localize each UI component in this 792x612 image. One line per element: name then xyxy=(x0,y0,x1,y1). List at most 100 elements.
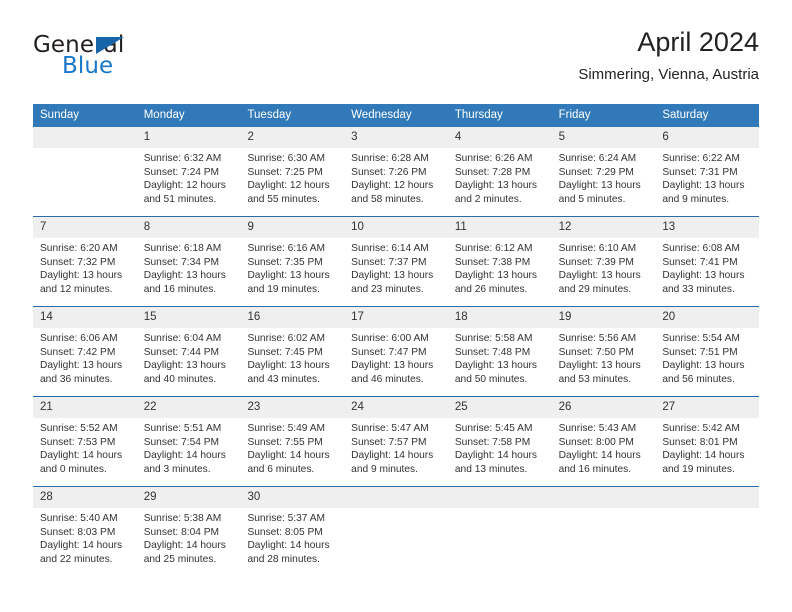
day-cell-empty xyxy=(655,508,759,576)
day-cell-25[interactable]: Sunrise: 5:45 AM Sunset: 7:58 PM Daylight:… xyxy=(448,418,552,486)
day-cell-30[interactable]: Sunrise: 5:37 AM Sunset: 8:05 PM Daylight:… xyxy=(240,508,344,576)
week-detail-row: Sunrise: 6:32 AM Sunset: 7:24 PM Daylight:… xyxy=(33,148,759,216)
day-cell-4[interactable]: Sunrise: 6:26 AM Sunset: 7:28 PM Daylight:… xyxy=(448,148,552,216)
day-detail-line: Daylight: 13 hours xyxy=(143,270,226,282)
day-detail-line: Daylight: 13 hours xyxy=(454,270,537,282)
day-detail-line: Sunrise: 6:32 AM xyxy=(143,153,222,164)
day-detail-line: Sunrise: 5:37 AM xyxy=(247,513,326,524)
day-number-5[interactable]: 5 xyxy=(552,127,656,148)
day-number-7[interactable]: 7 xyxy=(33,217,137,238)
day-number-18[interactable]: 18 xyxy=(448,307,552,328)
day-detail-line: Sunset: 8:05 PM xyxy=(247,526,323,538)
day-detail-line: and 23 minutes. xyxy=(351,283,424,295)
day-number-29[interactable]: 29 xyxy=(137,487,241,508)
day-detail-line: Sunrise: 5:47 AM xyxy=(351,423,429,434)
day-number-27[interactable]: 27 xyxy=(655,397,759,418)
day-detail-line: Sunset: 7:26 PM xyxy=(351,166,427,178)
day-number-16[interactable]: 16 xyxy=(240,307,344,328)
day-detail-line: and 40 minutes. xyxy=(143,373,217,385)
day-detail-line: and 56 minutes. xyxy=(662,373,735,385)
day-number-10[interactable]: 10 xyxy=(344,217,448,238)
day-detail-line: Daylight: 13 hours xyxy=(558,180,641,192)
day-detail-line: Daylight: 13 hours xyxy=(40,360,123,372)
day-detail-line: Sunset: 7:37 PM xyxy=(351,256,427,268)
day-number-26[interactable]: 26 xyxy=(552,397,656,418)
day-detail-line: Daylight: 13 hours xyxy=(662,180,745,192)
day-detail-line: Daylight: 13 hours xyxy=(351,270,434,282)
day-cell-23[interactable]: Sunrise: 5:49 AM Sunset: 7:55 PM Daylight:… xyxy=(240,418,344,486)
day-number-20[interactable]: 20 xyxy=(655,307,759,328)
day-number-12[interactable]: 12 xyxy=(552,217,656,238)
day-number-11[interactable]: 11 xyxy=(448,217,552,238)
day-cell-6[interactable]: Sunrise: 6:22 AM Sunset: 7:31 PM Daylight:… xyxy=(655,148,759,216)
day-cell-3[interactable]: Sunrise: 6:28 AM Sunset: 7:26 PM Daylight:… xyxy=(344,148,448,216)
day-number-2[interactable]: 2 xyxy=(240,127,344,148)
day-detail-line: and 22 minutes. xyxy=(40,553,113,565)
day-cell-21[interactable]: Sunrise: 5:52 AM Sunset: 7:53 PM Daylight:… xyxy=(33,418,137,486)
day-number-6[interactable]: 6 xyxy=(655,127,759,148)
day-detail-line: Sunrise: 6:06 AM xyxy=(40,333,118,344)
day-number-24[interactable]: 24 xyxy=(344,397,448,418)
page-header: General Blue April 2024 Simmering, Vienn… xyxy=(33,26,759,98)
day-detail-line: Sunset: 8:03 PM xyxy=(40,526,116,538)
day-cell-26[interactable]: Sunrise: 5:43 AM Sunset: 8:00 PM Daylight:… xyxy=(552,418,656,486)
day-number-25[interactable]: 25 xyxy=(448,397,552,418)
day-cell-11[interactable]: Sunrise: 6:12 AM Sunset: 7:38 PM Daylight:… xyxy=(448,238,552,306)
day-cell-29[interactable]: Sunrise: 5:38 AM Sunset: 8:04 PM Daylight:… xyxy=(137,508,241,576)
day-cell-1[interactable]: Sunrise: 6:32 AM Sunset: 7:24 PM Daylight:… xyxy=(137,148,241,216)
day-cell-15[interactable]: Sunrise: 6:04 AM Sunset: 7:44 PM Daylight:… xyxy=(137,328,241,396)
day-cell-12[interactable]: Sunrise: 6:10 AM Sunset: 7:39 PM Daylight:… xyxy=(552,238,656,306)
day-cell-13[interactable]: Sunrise: 6:08 AM Sunset: 7:41 PM Daylight:… xyxy=(655,238,759,306)
day-cell-5[interactable]: Sunrise: 6:24 AM Sunset: 7:29 PM Daylight:… xyxy=(552,148,656,216)
day-detail-line: Daylight: 14 hours xyxy=(662,450,745,462)
week-day-number-row: 28 29 30 xyxy=(33,487,759,508)
day-cell-9[interactable]: Sunrise: 6:16 AM Sunset: 7:35 PM Daylight:… xyxy=(240,238,344,306)
day-number-9[interactable]: 9 xyxy=(240,217,344,238)
day-number-22[interactable]: 22 xyxy=(137,397,241,418)
day-cell-8[interactable]: Sunrise: 6:18 AM Sunset: 7:34 PM Daylight:… xyxy=(137,238,241,306)
day-number-4[interactable]: 4 xyxy=(448,127,552,148)
day-cell-24[interactable]: Sunrise: 5:47 AM Sunset: 7:57 PM Daylight:… xyxy=(344,418,448,486)
day-detail-line: Sunset: 7:25 PM xyxy=(247,166,323,178)
day-number-21[interactable]: 21 xyxy=(33,397,137,418)
calendar-week-row: 28 29 30 Sunrise: 5:40 AM Sunset: 8:03 PM Day… xyxy=(33,486,759,576)
day-number-19[interactable]: 19 xyxy=(552,307,656,328)
day-number-28[interactable]: 28 xyxy=(33,487,137,508)
day-number-8[interactable]: 8 xyxy=(137,217,241,238)
day-detail-line: Sunrise: 5:38 AM xyxy=(143,513,222,524)
day-number-17[interactable]: 17 xyxy=(344,307,448,328)
day-cell-28[interactable]: Sunrise: 5:40 AM Sunset: 8:03 PM Daylight:… xyxy=(33,508,137,576)
week-detail-row: Sunrise: 6:06 AM Sunset: 7:42 PM Daylight:… xyxy=(33,328,759,396)
day-cell-20[interactable]: Sunrise: 5:54 AM Sunset: 7:51 PM Daylight:… xyxy=(655,328,759,396)
day-number-30[interactable]: 30 xyxy=(240,487,344,508)
day-cell-7[interactable]: Sunrise: 6:20 AM Sunset: 7:32 PM Daylight:… xyxy=(33,238,137,306)
day-number-3[interactable]: 3 xyxy=(344,127,448,148)
day-cell-27[interactable]: Sunrise: 5:42 AM Sunset: 8:01 PM Daylight:… xyxy=(655,418,759,486)
day-number-15[interactable]: 15 xyxy=(137,307,241,328)
day-detail-line: Sunset: 7:53 PM xyxy=(40,436,116,448)
day-cell-19[interactable]: Sunrise: 5:56 AM Sunset: 7:50 PM Daylight:… xyxy=(552,328,656,396)
logo-text-blue: Blue xyxy=(62,53,114,79)
day-number-13[interactable]: 13 xyxy=(655,217,759,238)
day-detail-line: and 29 minutes. xyxy=(558,283,632,295)
day-detail-line: Daylight: 12 hours xyxy=(247,180,330,192)
day-cell-16[interactable]: Sunrise: 6:02 AM Sunset: 7:45 PM Daylight:… xyxy=(240,328,344,396)
day-cell-22[interactable]: Sunrise: 5:51 AM Sunset: 7:54 PM Daylight:… xyxy=(137,418,241,486)
day-detail-line: and 0 minutes. xyxy=(40,463,107,475)
day-number-23[interactable]: 23 xyxy=(240,397,344,418)
day-detail-line: and 19 minutes. xyxy=(662,463,735,475)
day-cell-17[interactable]: Sunrise: 6:00 AM Sunset: 7:47 PM Daylight:… xyxy=(344,328,448,396)
day-detail-line: and 55 minutes. xyxy=(247,193,320,205)
day-cell-10[interactable]: Sunrise: 6:14 AM Sunset: 7:37 PM Daylight:… xyxy=(344,238,448,306)
week-day-number-row: 21 22 23 24 25 26 27 xyxy=(33,397,759,418)
day-cell-18[interactable]: Sunrise: 5:58 AM Sunset: 7:48 PM Daylight:… xyxy=(448,328,552,396)
week-detail-row: Sunrise: 5:40 AM Sunset: 8:03 PM Daylight:… xyxy=(33,508,759,576)
day-number-14[interactable]: 14 xyxy=(33,307,137,328)
day-number-1[interactable]: 1 xyxy=(137,127,241,148)
day-cell-14[interactable]: Sunrise: 6:06 AM Sunset: 7:42 PM Daylight:… xyxy=(33,328,137,396)
day-detail-line: Daylight: 14 hours xyxy=(40,540,123,552)
day-detail-line: and 58 minutes. xyxy=(351,193,424,205)
day-cell-2[interactable]: Sunrise: 6:30 AM Sunset: 7:25 PM Daylight:… xyxy=(240,148,344,216)
day-detail-line: Daylight: 12 hours xyxy=(351,180,434,192)
day-detail-line: Sunrise: 5:56 AM xyxy=(558,333,637,344)
